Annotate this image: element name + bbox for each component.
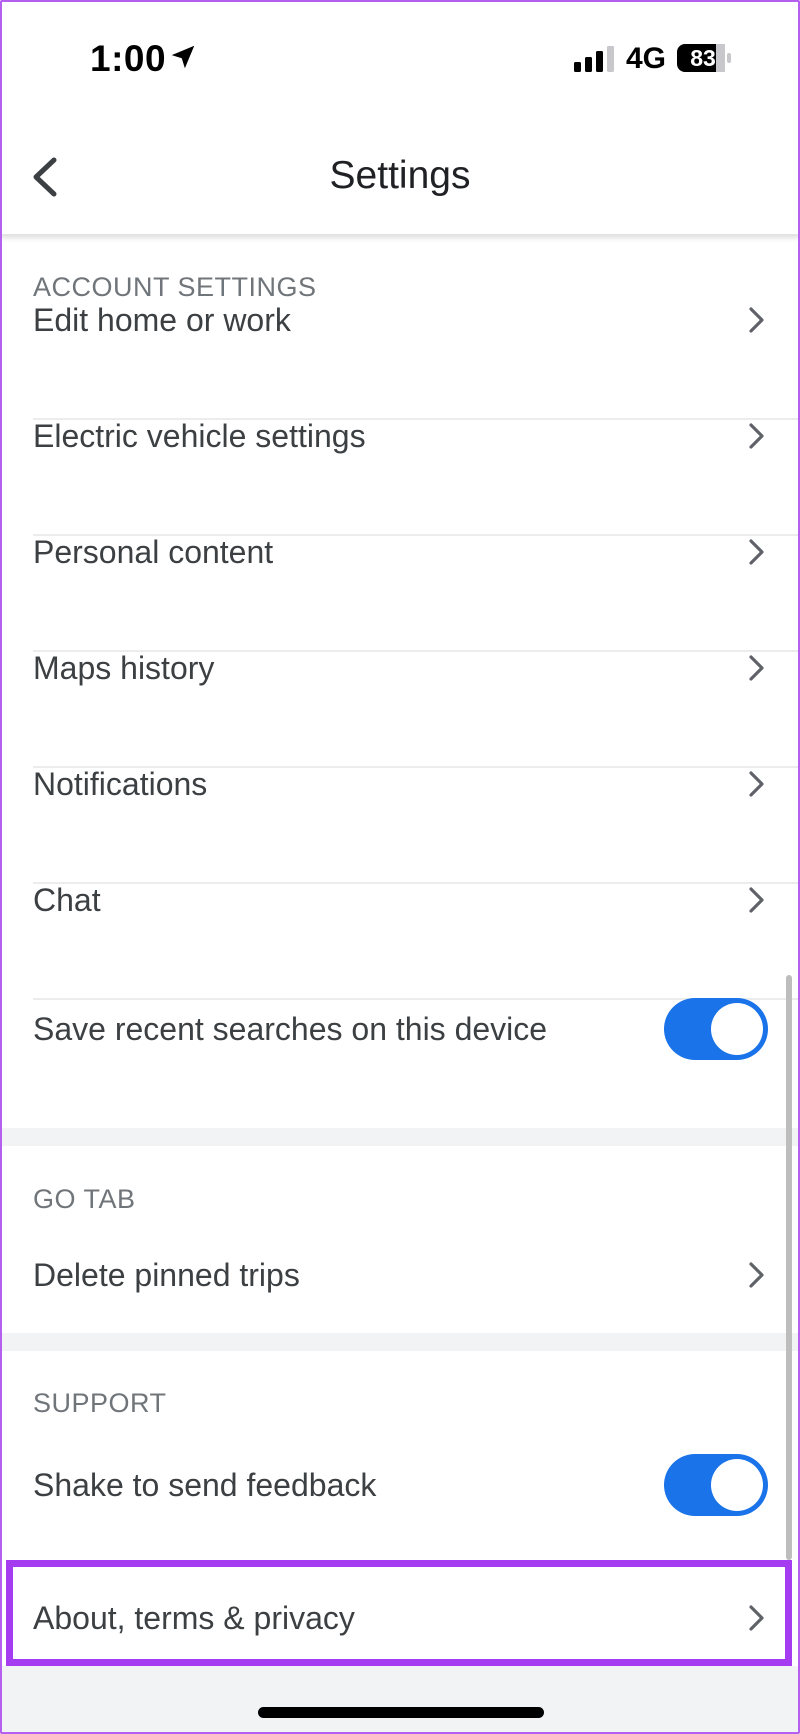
status-time: 1:00 [90, 38, 167, 79]
settings-item-notifications[interactable]: Notifications [0, 726, 800, 842]
status-bar: 1:00 4G 83 [0, 0, 800, 118]
page-title: Settings [329, 154, 471, 197]
settings-item-label: Chat [33, 882, 101, 918]
settings-item-label: Save recent searches on this device [33, 1011, 548, 1047]
chevron-right-icon [749, 423, 764, 449]
signal-bars-icon [574, 46, 614, 72]
settings-item-electric-vehicle[interactable]: Electric vehicle settings [0, 378, 800, 494]
network-type: 4G [626, 42, 667, 75]
settings-item-maps-history[interactable]: Maps history [0, 610, 800, 726]
scrollbar[interactable] [786, 975, 792, 1560]
settings-item-label: Maps history [33, 650, 215, 686]
toggle-knob [711, 1003, 763, 1055]
settings-item-label: Personal content [33, 534, 274, 570]
settings-item-label: Notifications [33, 766, 208, 802]
home-indicator[interactable] [258, 1707, 544, 1718]
app-header: Settings [0, 118, 800, 234]
settings-item-personal-content[interactable]: Personal content [0, 494, 800, 610]
shake-feedback-toggle[interactable] [664, 1454, 768, 1516]
location-arrow-icon [171, 45, 195, 69]
toggle-knob [711, 1459, 763, 1511]
settings-item-save-recent-searches[interactable]: Save recent searches on this device [0, 966, 800, 1092]
section-header-support: SUPPORT [33, 1388, 167, 1418]
chevron-right-icon [749, 307, 764, 333]
chevron-right-icon [749, 771, 764, 797]
settings-item-edit-home-work[interactable]: Edit home or work [0, 262, 800, 378]
settings-item-shake-feedback[interactable]: Shake to send feedback [0, 1427, 800, 1543]
settings-item-delete-pinned-trips[interactable]: Delete pinned trips [0, 1217, 800, 1333]
settings-item-chat[interactable]: Chat [0, 842, 800, 958]
chevron-right-icon [749, 1262, 764, 1288]
bottom-safe-area [0, 1666, 800, 1734]
section-header-go-tab: GO TAB [33, 1184, 136, 1214]
save-searches-toggle[interactable] [664, 998, 768, 1060]
chevron-right-icon [749, 539, 764, 565]
section-separator [0, 1333, 800, 1351]
settings-item-label: Electric vehicle settings [33, 418, 366, 454]
chevron-right-icon [749, 655, 764, 681]
settings-item-label: Shake to send feedback [33, 1467, 377, 1503]
highlight-box [6, 1560, 792, 1666]
section-separator [0, 1128, 800, 1146]
settings-item-label: Edit home or work [33, 302, 291, 338]
settings-item-label: Delete pinned trips [33, 1257, 300, 1293]
chevron-right-icon [749, 887, 764, 913]
battery-level: 83 [690, 45, 716, 71]
